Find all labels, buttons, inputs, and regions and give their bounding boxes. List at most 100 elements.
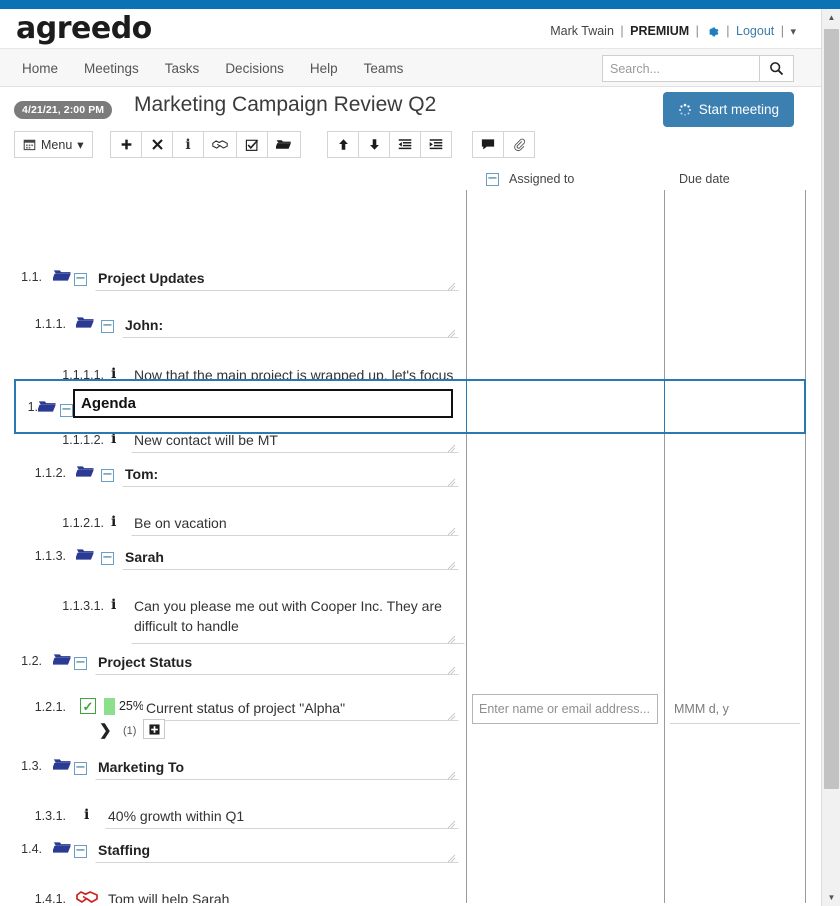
row-number: 1.1. [21,270,42,284]
vertical-scrollbar[interactable]: ▲ ▼ [821,9,840,906]
row-text-input[interactable] [73,389,453,418]
search-icon [770,62,784,76]
attachment-button[interactable] [503,131,535,158]
chevron-down-icon: ▾ [77,138,84,152]
collapse-row-icon[interactable]: − [74,653,87,671]
folder-icon[interactable] [51,268,72,288]
nav-help[interactable]: Help [310,61,338,76]
nav-decisions[interactable]: Decisions [225,61,284,76]
row-number: 1. [27,400,38,414]
collapse-row-icon[interactable]: − [101,465,114,483]
row-text[interactable]: John: [122,312,459,338]
table-row[interactable]: 1. − [14,379,806,434]
menu-button[interactable]: Menu ▾ [14,131,93,158]
search-box [602,55,794,82]
task-item-button[interactable] [236,131,268,158]
move-down-button[interactable] [358,131,390,158]
row-text[interactable]: Tom will help Sarah [105,886,459,903]
row-text[interactable]: Be on vacation [131,510,459,536]
info-icon[interactable]: i [111,514,116,530]
scroll-up-arrow[interactable]: ▲ [822,9,840,26]
decision-item-button[interactable] [203,131,237,158]
info-icon[interactable]: i [84,807,89,823]
agreedo-logo[interactable]: agreedo [16,11,152,46]
collapse-row-icon[interactable]: − [74,758,87,776]
collapse-row-icon[interactable]: − [101,316,114,334]
scroll-down-arrow[interactable]: ▼ [822,889,840,906]
row-text[interactable]: Tom: [122,461,459,487]
main-nav: Home Meetings Tasks Decisions Help Teams [0,48,840,87]
collapse-row-icon[interactable]: − [74,841,87,859]
gear-icon[interactable] [705,23,723,39]
row-number: 1.1.1. [34,317,66,331]
row-number: 1.1.3.1. [62,599,104,613]
due-date-input[interactable] [670,694,800,724]
row-text[interactable]: Project Status [95,649,459,675]
outdent-icon [398,139,412,150]
info-item-button[interactable]: i [172,131,204,158]
plus-icon [121,139,131,150]
outdent-button[interactable] [389,131,421,158]
info-icon[interactable]: i [111,597,116,613]
folder-icon[interactable] [74,315,95,335]
folder-icon[interactable] [74,547,95,567]
row-text[interactable]: Project Updates [95,265,459,291]
chevron-right-icon[interactable]: ❯ [99,721,112,739]
nav-tasks[interactable]: Tasks [165,61,200,76]
row-text[interactable]: Can you please me out with Cooper Inc. T… [131,593,465,644]
user-sep-1: | [620,24,624,38]
collapse-row-icon[interactable]: − [60,400,73,418]
folder-icon[interactable] [36,399,57,419]
column-header-row: − Assigned to Due date [0,168,840,190]
folder-icon[interactable] [51,652,72,672]
row-number: 1.1.3. [34,549,66,563]
logout-link[interactable]: Logout [736,24,774,38]
add-item-button[interactable] [110,131,142,158]
handshake-icon[interactable] [76,889,98,903]
spinner-icon [678,103,691,116]
row-text[interactable]: Staffing [95,837,459,863]
progress-indicator[interactable]: 25% [104,698,146,715]
column-due-date: Due date [679,172,730,186]
grid-divider-1 [466,190,467,903]
folder-icon [276,140,291,149]
chevron-down-icon[interactable]: ▾ [790,26,796,38]
row-number: 1.1.1.2. [62,433,104,447]
move-up-button[interactable] [327,131,359,158]
column-assigned-to: Assigned to [509,172,575,186]
menu-button-label: Menu [41,137,73,152]
start-meeting-button[interactable]: Start meeting [662,92,794,127]
search-input[interactable] [602,55,759,82]
row-text[interactable]: 40% growth within Q1 [105,803,459,829]
user-name: Mark Twain [550,24,614,38]
folder-icon[interactable] [51,840,72,860]
indent-button[interactable] [420,131,452,158]
start-meeting-label: Start meeting [698,102,779,117]
nav-teams[interactable]: Teams [364,61,404,76]
subitem-count: (1) [123,725,137,737]
delete-item-button[interactable] [141,131,173,158]
scrollbar-thumb[interactable] [824,29,839,789]
folder-icon[interactable] [51,757,72,777]
nav-home[interactable]: Home [22,61,58,76]
row-number: 1.3.1. [34,809,66,823]
nav-meetings[interactable]: Meetings [84,61,139,76]
search-button[interactable] [759,55,794,82]
row-text[interactable]: Sarah [122,544,459,570]
meeting-date-badge: 4/21/21, 2:00 PM [14,101,113,119]
collapse-row-icon[interactable]: − [101,548,114,566]
folder-icon[interactable] [74,464,95,484]
assigned-to-input[interactable] [472,694,658,724]
row-text[interactable]: Marketing To [95,754,459,780]
topic-item-button[interactable] [267,131,301,158]
add-subitem-button[interactable] [143,719,165,739]
progress-label: 25% [118,699,144,713]
collapse-row-icon[interactable]: − [74,269,87,287]
collapse-all-icon[interactable]: − [486,171,499,186]
paperclip-icon [513,138,525,151]
indent-icon [429,139,443,150]
row-text[interactable]: Current status of project "Alpha" [143,695,459,721]
task-checkbox[interactable]: ✓ [80,698,96,714]
comment-button[interactable] [472,131,504,158]
row-number: 1.2.1. [34,700,66,714]
